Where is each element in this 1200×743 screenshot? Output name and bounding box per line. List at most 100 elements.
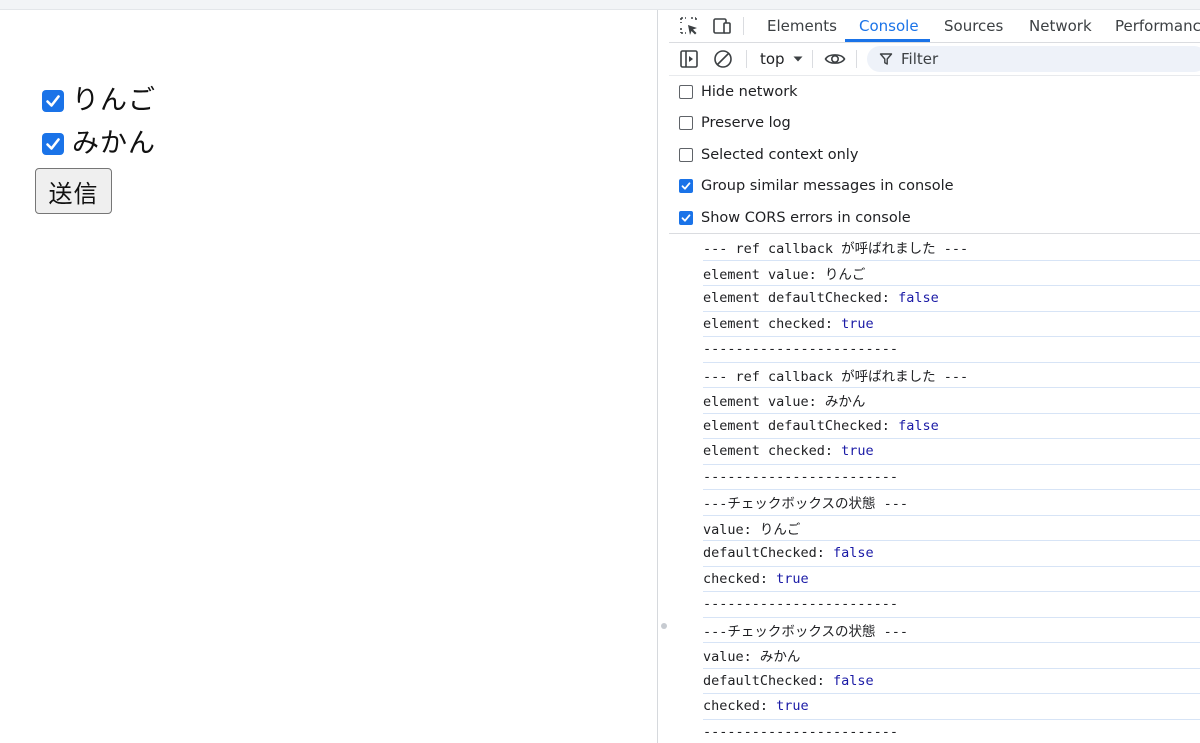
log-text: ------------------------ [703,723,899,740]
log-text: ------------------------ [703,596,899,613]
checkmark-icon [46,138,60,150]
log-message: value: りんご [703,516,1200,541]
log-text: element defaultChecked: [703,417,899,434]
log-text: --- ref callback が呼ばれました --- [703,368,969,385]
log-text: checked: [703,698,777,715]
log-value: false [833,545,874,562]
log-value: true [841,315,874,332]
checkbox-orange[interactable] [42,133,64,155]
log-text: value: みかん [703,649,801,666]
dropdown-arrow-icon [793,56,803,62]
log-message: element checked: true [703,439,1200,465]
log-value: true [776,698,809,715]
log-message: ------------------------ [703,337,1200,363]
log-message: element checked: true [703,312,1200,337]
log-message: ------------------------ [703,592,1200,618]
setting-label: Selected context only [701,146,859,163]
tab-elements[interactable]: Elements [767,10,837,42]
context-label: top [760,50,785,68]
log-message: element defaultChecked: false [703,414,1200,439]
setting-selected-context-only[interactable]: Selected context only [679,139,858,170]
setting-label: Show CORS errors in console [701,209,911,226]
tab-sources[interactable]: Sources [944,10,1003,42]
devtools-panel: Elements Console Sources Network Perform… [669,10,1200,743]
tabbar-divider [743,17,744,35]
log-message: --- ref callback が呼ばれました --- [703,235,1200,261]
filter-placeholder: Filter [901,50,939,68]
toolbar-divider [856,50,857,68]
log-value: true [841,443,874,460]
setting-label: Hide network [701,83,798,100]
setting-checkbox[interactable] [679,84,693,99]
log-value: false [898,417,939,434]
tab-console[interactable]: Console [859,10,919,42]
log-message: element value: みかん [703,388,1200,414]
checkbox-row-apple[interactable]: りんご [42,84,156,118]
settings-divider [669,233,1200,234]
log-value: true [776,570,809,587]
tab-network[interactable]: Network [1029,10,1092,42]
log-text: element value: りんご [703,266,866,283]
log-text: defaultChecked: [703,545,834,562]
checkbox-apple[interactable] [42,90,64,112]
checkmark-icon [681,213,691,222]
setting-label: Group similar messages in console [701,178,954,194]
live-expression-eye-icon[interactable] [824,48,846,70]
checkbox-label-apple: りんご [72,85,156,116]
log-text: element defaultChecked: [703,290,899,307]
log-text: element checked: [703,315,842,332]
setting-checkbox[interactable] [679,210,693,225]
log-message: ------------------------ [703,720,1200,743]
log-value: false [898,290,939,307]
filter-input[interactable]: Filter [867,46,1200,72]
setting-preserve-log[interactable]: Preserve log [679,108,791,139]
tab-performance[interactable]: Performance [1115,10,1200,42]
filter-funnel-icon [879,53,893,65]
toolbar-divider [812,50,813,68]
console-toolbar: top Filter [669,43,1200,76]
log-text: ---チェックボックスの状態 --- [703,496,908,513]
browser-top-strip [0,0,1200,10]
log-message: defaultChecked: false [703,541,1200,567]
log-message: element defaultChecked: false [703,286,1200,312]
log-message: value: みかん [703,643,1200,669]
log-message: checked: true [703,694,1200,720]
log-text: ------------------------ [703,341,899,358]
console-log: --- ref callback が呼ばれました --- element val… [669,235,1200,743]
panel-splitter[interactable] [657,10,669,743]
log-message: ---チェックボックスの状態 --- [703,618,1200,643]
inspect-element-icon[interactable] [678,15,700,37]
log-message: checked: true [703,567,1200,592]
log-text: value: りんご [703,521,801,538]
checkbox-row-orange[interactable]: みかん [42,127,156,161]
setting-checkbox[interactable] [679,147,693,162]
clear-console-icon[interactable] [712,48,734,70]
setting-checkbox[interactable] [679,179,693,193]
checkbox-label-orange: みかん [72,128,156,159]
log-text: checked: [703,570,777,587]
log-text: element checked: [703,443,842,460]
log-text: element value: みかん [703,394,866,411]
log-text: ------------------------ [703,468,899,485]
log-text: --- ref callback が呼ばれました --- [703,241,969,258]
devtools-tabbar: Elements Console Sources Network Perform… [669,10,1200,43]
splitter-handle[interactable] [661,623,667,629]
setting-checkbox[interactable] [679,116,693,130]
setting-show-cors-errors[interactable]: Show CORS errors in console [679,202,911,233]
log-message: element value: りんご [703,261,1200,286]
log-message: defaultChecked: false [703,669,1200,694]
device-toolbar-icon[interactable] [711,15,733,37]
submit-button[interactable]: 送信 [35,168,112,214]
sidebar-toggle-icon[interactable] [678,48,700,70]
checkmark-icon [46,95,60,107]
setting-label: Preserve log [701,115,791,131]
context-selector[interactable]: top [760,43,805,75]
checkmark-icon [681,182,691,190]
log-text: defaultChecked: [703,672,834,689]
setting-group-similar[interactable]: Group similar messages in console [679,171,954,202]
page-content: りんご みかん 送信 [0,10,657,743]
log-value: false [833,672,874,689]
toolbar-divider [746,50,747,68]
setting-hide-network[interactable]: Hide network [679,76,798,107]
log-message: ------------------------ [703,465,1200,490]
